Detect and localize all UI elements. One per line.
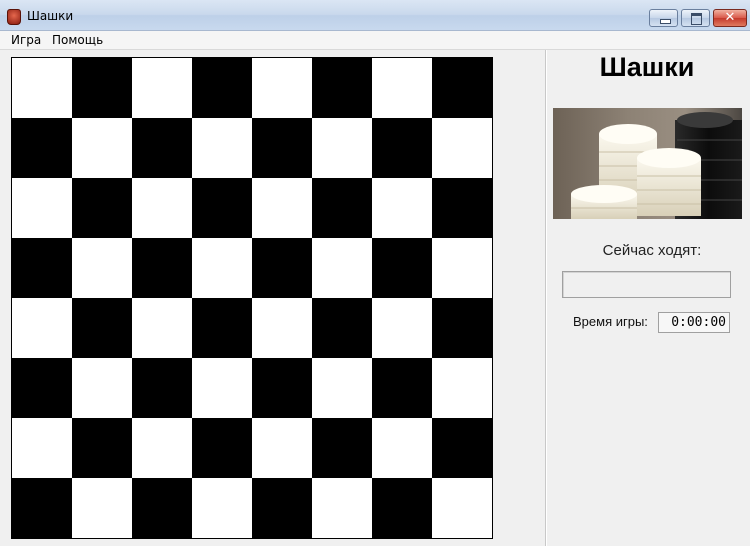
board-square[interactable] (432, 358, 492, 418)
board-square[interactable] (72, 178, 132, 238)
board-square[interactable] (72, 238, 132, 298)
checkers-board[interactable] (11, 57, 493, 539)
maximize-button[interactable] (681, 9, 710, 27)
board-square[interactable] (252, 478, 312, 538)
board-square[interactable] (432, 118, 492, 178)
minimize-icon (660, 19, 671, 24)
maximize-icon (691, 13, 702, 25)
board-square[interactable] (372, 178, 432, 238)
board-square[interactable] (192, 238, 252, 298)
close-button[interactable]: ✕ (713, 9, 747, 27)
minimize-button[interactable] (649, 9, 678, 27)
board-square[interactable] (372, 118, 432, 178)
board-square[interactable] (432, 478, 492, 538)
board-square[interactable] (312, 58, 372, 118)
board-square[interactable] (192, 178, 252, 238)
board-square[interactable] (312, 298, 372, 358)
board-square[interactable] (312, 238, 372, 298)
board-square[interactable] (432, 178, 492, 238)
game-time-label: Время игры: (573, 314, 648, 329)
current-turn-field (562, 271, 731, 298)
board-square[interactable] (372, 58, 432, 118)
board-square[interactable] (72, 358, 132, 418)
game-title: Шашки (599, 52, 695, 82)
board-square[interactable] (132, 358, 192, 418)
menu-item-game[interactable]: Игра (11, 33, 41, 47)
board-square[interactable] (432, 238, 492, 298)
board-square[interactable] (132, 418, 192, 478)
board-square[interactable] (192, 298, 252, 358)
board-square[interactable] (192, 478, 252, 538)
board-square[interactable] (432, 58, 492, 118)
board-square[interactable] (72, 58, 132, 118)
game-time-field: 0:00:00 (658, 312, 730, 333)
board-square[interactable] (372, 478, 432, 538)
current-turn-label: Сейчас ходят: (602, 242, 702, 259)
board-square[interactable] (372, 238, 432, 298)
board-square[interactable] (132, 58, 192, 118)
board-square[interactable] (252, 118, 312, 178)
menu-item-help[interactable]: Помощь (52, 33, 103, 47)
checker-stack-icon[interactable] (7, 9, 21, 25)
stacked-checkers-photo (553, 108, 742, 219)
window-title: Шашки (27, 9, 74, 23)
board-square[interactable] (12, 298, 72, 358)
title-bar[interactable]: Шашки ✕ (0, 0, 750, 31)
board-square[interactable] (372, 298, 432, 358)
board-square[interactable] (252, 178, 312, 238)
board-square[interactable] (132, 178, 192, 238)
board-square[interactable] (72, 298, 132, 358)
board-square[interactable] (192, 418, 252, 478)
board-square[interactable] (252, 418, 312, 478)
board-square[interactable] (12, 178, 72, 238)
board-square[interactable] (12, 478, 72, 538)
panel-divider (545, 50, 546, 546)
board-square[interactable] (12, 118, 72, 178)
board-square[interactable] (72, 478, 132, 538)
board-square[interactable] (252, 58, 312, 118)
board-square[interactable] (312, 478, 372, 538)
board-square[interactable] (252, 358, 312, 418)
board-square[interactable] (132, 118, 192, 178)
menu-bar: Игра Помощь (0, 31, 750, 50)
board-square[interactable] (372, 418, 432, 478)
board-square[interactable] (192, 358, 252, 418)
board-square[interactable] (72, 418, 132, 478)
close-icon: ✕ (724, 10, 736, 25)
board-square[interactable] (312, 118, 372, 178)
board-square[interactable] (12, 58, 72, 118)
board-square[interactable] (372, 358, 432, 418)
board-square[interactable] (432, 298, 492, 358)
board-square[interactable] (132, 478, 192, 538)
board-square[interactable] (12, 418, 72, 478)
board-square[interactable] (312, 358, 372, 418)
board-square[interactable] (192, 58, 252, 118)
board-square[interactable] (12, 238, 72, 298)
board-square[interactable] (312, 418, 372, 478)
board-square[interactable] (72, 118, 132, 178)
board-square[interactable] (252, 298, 312, 358)
board-square[interactable] (132, 238, 192, 298)
board-square[interactable] (132, 298, 192, 358)
board-square[interactable] (312, 178, 372, 238)
board-square[interactable] (252, 238, 312, 298)
board-square[interactable] (432, 418, 492, 478)
board-square[interactable] (192, 118, 252, 178)
board-square[interactable] (12, 358, 72, 418)
